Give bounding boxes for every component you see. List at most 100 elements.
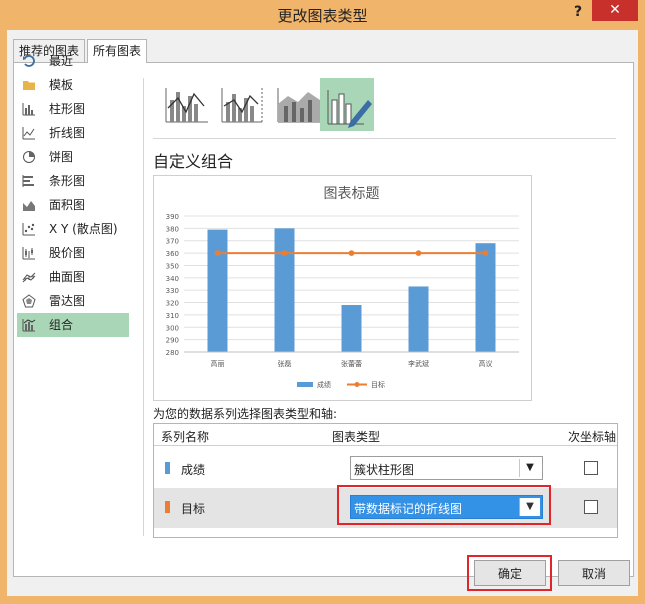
title-bar: 更改图表类型 ? ✕ bbox=[0, 0, 645, 30]
nav-item-scatter[interactable]: X Y (散点图) bbox=[17, 217, 129, 241]
secondary-axis-checkbox[interactable] bbox=[584, 500, 598, 514]
legend-label: 目标 bbox=[371, 380, 385, 389]
x-tick-label: 高议 bbox=[479, 359, 493, 368]
chart-category-list: 最近 模板 柱形图 折线图 饼图 条形图 面积图 X Y (散点图) 股价图 曲… bbox=[17, 49, 129, 337]
column-header-chart-type: 图表类型 bbox=[332, 430, 381, 444]
folder-icon bbox=[23, 81, 35, 90]
chart-type-value: 簇状柱形图 bbox=[354, 463, 415, 477]
nav-label: 柱形图 bbox=[49, 102, 86, 116]
line-chart-icon bbox=[22, 127, 35, 140]
area-chart-icon bbox=[23, 201, 35, 211]
nav-item-pie[interactable]: 饼图 bbox=[17, 145, 129, 169]
bar-成绩 bbox=[274, 228, 295, 352]
nav-item-stock[interactable]: 股价图 bbox=[17, 241, 129, 265]
y-tick-label: 310 bbox=[166, 312, 179, 320]
stacked-area-column-icon[interactable] bbox=[272, 78, 326, 131]
surface-chart-icon bbox=[22, 272, 36, 283]
nav-item-templates[interactable]: 模板 bbox=[17, 73, 129, 97]
series-color-swatch bbox=[165, 501, 170, 513]
y-tick-label: 290 bbox=[166, 337, 179, 345]
chart-preview: 图表标题 280 290 300 310 320 330 340 350 360 370 380 390… bbox=[153, 175, 532, 401]
chevron-down-icon[interactable]: ▼ bbox=[519, 459, 540, 477]
column-chart-icon bbox=[22, 103, 35, 116]
series-grid-header: 系列名称 图表类型 次坐标轴 bbox=[154, 424, 617, 446]
change-chart-type-dialog: 更改图表类型 ? ✕ 推荐的图表 所有图表 最近 模板 柱形图 折线图 饼图 条… bbox=[0, 0, 645, 604]
custom-combo-icon[interactable] bbox=[320, 78, 374, 131]
clustered-column-line-icon[interactable] bbox=[160, 78, 214, 131]
series-color-swatch bbox=[165, 462, 170, 474]
y-tick-label: 330 bbox=[166, 287, 179, 295]
line-point-目标 bbox=[281, 250, 288, 256]
scatter-chart-icon bbox=[22, 223, 35, 236]
nav-item-surface[interactable]: 曲面图 bbox=[17, 265, 129, 289]
legend-swatch-成绩 bbox=[297, 382, 313, 387]
line-point-目标 bbox=[415, 250, 422, 256]
nav-item-bar[interactable]: 条形图 bbox=[17, 169, 129, 193]
y-tick-label: 380 bbox=[166, 225, 179, 233]
divider bbox=[143, 78, 144, 536]
combo-chart-icon bbox=[22, 319, 36, 332]
series-prompt: 为您的数据系列选择图表类型和轴: bbox=[153, 407, 338, 421]
divider bbox=[153, 138, 616, 139]
nav-item-radar[interactable]: 雷达图 bbox=[17, 289, 129, 313]
dialog-title: 更改图表类型 bbox=[277, 7, 368, 25]
cancel-button[interactable]: 取消 bbox=[558, 560, 630, 586]
y-tick-label: 370 bbox=[166, 238, 179, 246]
pie-chart-icon bbox=[23, 151, 35, 163]
y-tick-label: 360 bbox=[166, 250, 179, 258]
chart-title: 图表标题 bbox=[324, 186, 380, 202]
highlight-annotation bbox=[467, 555, 552, 591]
y-tick-label: 300 bbox=[166, 324, 179, 332]
line-point-目标 bbox=[214, 250, 221, 256]
nav-item-area[interactable]: 面积图 bbox=[17, 193, 129, 217]
nav-item-combo[interactable]: 组合 bbox=[17, 313, 129, 337]
nav-label: 面积图 bbox=[49, 198, 86, 212]
y-tick-label: 350 bbox=[166, 262, 179, 270]
line-point-目标 bbox=[348, 250, 355, 256]
x-tick-label: 高丽 bbox=[211, 359, 225, 368]
bar-成绩 bbox=[341, 305, 362, 352]
line-point-目标 bbox=[482, 250, 489, 256]
chart-type-select[interactable]: 簇状柱形图 ▼ bbox=[350, 456, 543, 480]
secondary-axis-checkbox[interactable] bbox=[584, 461, 598, 475]
help-icon[interactable]: ? bbox=[574, 4, 582, 20]
nav-label: 折线图 bbox=[49, 126, 86, 140]
bar-chart-icon bbox=[22, 175, 34, 187]
x-tick-label: 张磊 bbox=[278, 359, 292, 368]
combo-chart: 图表标题 280 290 300 310 320 330 340 350 360 370 380 390… bbox=[166, 186, 519, 389]
series-name: 成绩 bbox=[181, 463, 206, 477]
series-name: 目标 bbox=[181, 502, 206, 516]
section-heading: 自定义组合 bbox=[153, 152, 234, 171]
column-header-secondary-axis: 次坐标轴 bbox=[568, 430, 617, 444]
x-tick-label: 李武斌 bbox=[408, 359, 429, 368]
y-tick-label: 340 bbox=[166, 275, 179, 283]
close-icon[interactable]: ✕ bbox=[592, 0, 638, 21]
tab-all-charts[interactable]: 所有图表 bbox=[87, 39, 148, 63]
legend-label: 成绩 bbox=[317, 380, 331, 389]
stock-chart-icon bbox=[22, 247, 35, 260]
bar-成绩 bbox=[475, 243, 496, 352]
nav-label: 股价图 bbox=[49, 246, 86, 260]
nav-label: 最近 bbox=[49, 54, 74, 68]
y-tick-label: 280 bbox=[166, 349, 179, 357]
bar-成绩 bbox=[408, 286, 429, 352]
nav-label: 饼图 bbox=[49, 150, 74, 164]
nav-item-column[interactable]: 柱形图 bbox=[17, 97, 129, 121]
nav-label: 曲面图 bbox=[49, 270, 86, 284]
column-header-series-name: 系列名称 bbox=[161, 430, 210, 444]
bar-成绩 bbox=[207, 229, 228, 352]
nav-label: X Y (散点图) bbox=[49, 222, 118, 236]
series-row: 成绩 簇状柱形图 ▼ bbox=[154, 449, 617, 489]
radar-chart-icon bbox=[22, 294, 36, 308]
x-tick-label: 张蕾蕾 bbox=[341, 359, 362, 368]
nav-label: 条形图 bbox=[49, 174, 86, 188]
nav-item-line[interactable]: 折线图 bbox=[17, 121, 129, 145]
nav-label: 组合 bbox=[49, 318, 74, 332]
column-line-secondary-axis-icon[interactable] bbox=[216, 78, 270, 131]
highlight-annotation bbox=[337, 485, 551, 525]
legend-marker-目标 bbox=[354, 382, 360, 387]
y-tick-label: 320 bbox=[166, 300, 179, 308]
recent-icon bbox=[23, 55, 35, 67]
nav-label: 雷达图 bbox=[49, 294, 86, 308]
y-tick-label: 390 bbox=[166, 213, 179, 221]
